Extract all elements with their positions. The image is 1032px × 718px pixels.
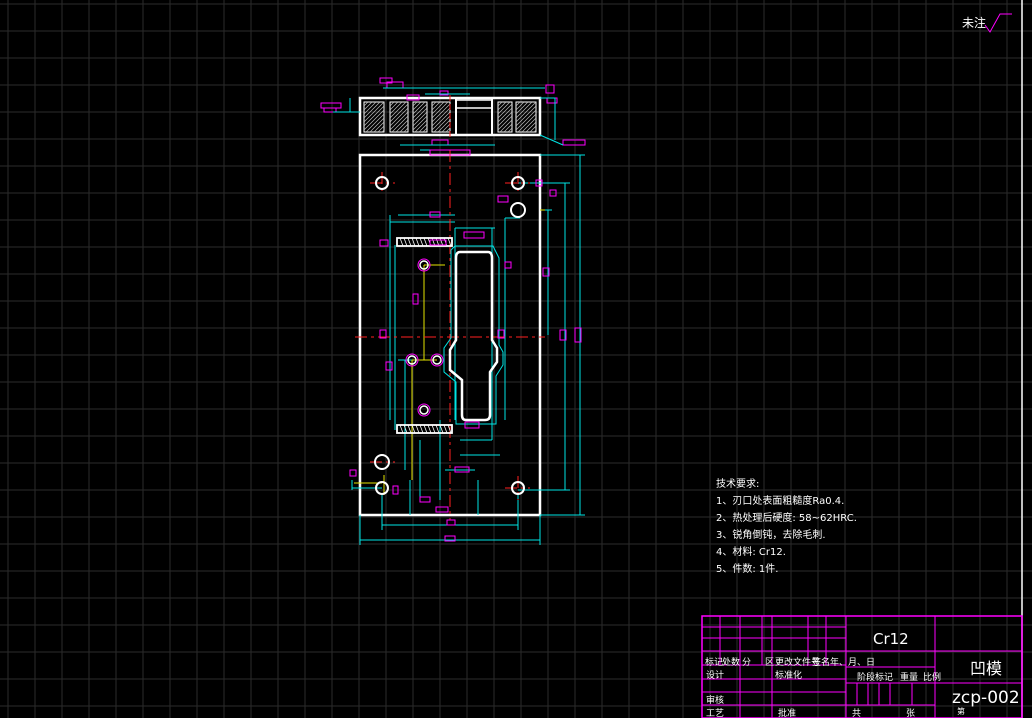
slot-hatch-line [435,424,440,434]
technical-requirements: 技术要求: 1、刃口处表面粗糙度Ra0.4. 2、热处理后硬度: 58~62HR… [716,476,857,578]
hatch-line [389,101,399,111]
hatch-line [399,123,409,133]
hatch-line [363,101,381,119]
roughness-note: 未注 [962,14,986,31]
slot-hatch-line [419,424,424,434]
tech-item-4: 4、材料: Cr12. [716,547,786,558]
cad-canvas[interactable]: 未注 技术要求: 1、刃口处表面粗糙度Ra0.4. 2、热处理后硬度: 58~6… [0,0,1032,718]
slot-hatch-line [423,237,428,247]
drawing-svg [0,0,1032,718]
slot-hatch-line [419,237,424,247]
hatch-line [497,115,513,131]
weight-label: 重量 [900,673,919,683]
hatch-line [515,109,537,131]
hatch-line [412,107,428,123]
rev-date: 年、月、日 [830,658,876,668]
slot-hatch-line [415,237,420,247]
hatch-line [525,121,537,133]
sheet-label: 张 [906,709,916,718]
stage-marks-label: 阶段标记 [857,673,894,683]
hatch-line [363,101,369,107]
hatch-line [497,111,513,127]
scale-label: 比例 [923,673,942,683]
hatch-line [389,103,409,123]
hatch-line [389,101,395,107]
hatch-line [412,115,428,131]
approve-label: 批准 [778,709,797,718]
hatch-line [389,101,407,119]
hatch-line [418,123,428,133]
process-label: 工艺 [706,709,725,718]
tech-item-5: 5、件数: 1件. [716,564,779,575]
hatch-line [431,103,451,123]
hatch-line [521,117,537,133]
hatch-line [515,105,537,127]
drawing-number-text: zcp-002 [952,688,1020,708]
rev-fen: 分 [742,658,752,668]
hatch-line [365,113,385,133]
hatch-line [431,107,451,127]
slot-hatch-line [407,237,412,247]
hatch-line [389,107,409,127]
material-text: Cr12 [873,630,909,648]
slot-hatch-line [443,424,448,434]
standardize-label: 标准化 [775,671,803,681]
rev-mark: 标记 [705,658,724,668]
sheet-no-label: 第 [957,707,965,716]
hatch-line [363,105,385,127]
hatch-line [497,101,507,111]
hatch-line [497,101,503,107]
rev-zone: 区 [765,658,775,668]
hatch-line [431,111,451,131]
hatch-line [431,101,441,111]
hatch-line [497,103,513,119]
slot-hatch-line [415,424,420,434]
total-label: 共 [852,709,862,718]
review-label: 审核 [706,696,725,706]
hatch-line [503,123,513,133]
slot-hatch-line [431,424,436,434]
hatch-line [515,101,525,111]
rev-count: 处数 [722,658,741,668]
roughness-note-text: 未注 [962,16,987,30]
tech-item-1: 1、刃口处表面粗糙度Ra0.4. [716,496,845,507]
hatch-line [412,103,428,119]
hatch-line [431,101,437,107]
tech-item-2: 2、热处理后硬度: 58~62HRC. [716,513,857,524]
design-label: 设计 [706,671,725,681]
hatch-line [403,127,409,133]
hatch-line [515,101,533,119]
hatch-line [412,111,428,127]
hatch-line [363,109,385,131]
hatch-line [391,115,409,133]
slot-hatch-line [423,424,428,434]
hatch-line [445,127,451,133]
part-name-text: 凹模 [970,659,1003,678]
tech-title: 技术要求: [716,479,760,490]
hatch-line [369,117,385,133]
hatch-line [441,123,451,133]
hatch-line [515,101,521,107]
slot-hatch-line [403,237,408,247]
hatch-line [433,115,451,133]
slot-hatch-line [427,424,432,434]
hatch-line [389,111,409,131]
slot-hatch-line [399,237,404,247]
hatch-line [363,101,373,111]
tech-item-3: 3、锐角倒钝，去除毛刺. [716,530,826,541]
slot-hatch-line [399,424,404,434]
hatch-line [412,101,418,107]
hatch-line [412,101,422,111]
hatch-line [507,127,513,133]
rev-sign: 签名 [812,658,831,668]
slot-hatch-line [407,424,412,434]
hatch-line [373,121,385,133]
hatch-line [497,107,513,123]
hatch-line [422,127,428,133]
